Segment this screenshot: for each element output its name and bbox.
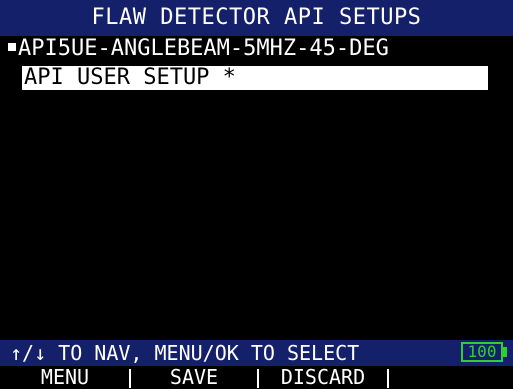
list-item-selected[interactable]: API USER SETUP *: [22, 66, 488, 90]
title-bar: FLAW DETECTOR API SETUPS: [0, 0, 513, 36]
list-item-label: API USER SETUP *: [24, 65, 236, 90]
list-item-label: API5UE-ANGLEBEAM-5MHZ-45-DEG: [18, 36, 389, 61]
device-screen: FLAW DETECTOR API SETUPS API5UE-ANGLEBEA…: [0, 0, 513, 388]
list-item[interactable]: API5UE-ANGLEBEAM-5MHZ-45-DEG: [0, 36, 389, 62]
battery-icon: [503, 347, 507, 357]
discard-softkey[interactable]: DISCARD: [258, 366, 388, 388]
softkey-bar: MENU SAVE DISCARD: [0, 366, 513, 388]
page-title: FLAW DETECTOR API SETUPS: [91, 5, 422, 30]
status-bar: ↑/↓ TO NAV, MENU/OK TO SELECT 100: [0, 340, 513, 366]
marker-square-icon: [8, 43, 16, 51]
menu-softkey[interactable]: MENU: [0, 366, 130, 388]
save-softkey[interactable]: SAVE: [130, 366, 258, 388]
battery-indicator: 100: [461, 342, 503, 362]
navigation-hint: ↑/↓ TO NAV, MENU/OK TO SELECT: [10, 341, 360, 365]
divider: [387, 369, 389, 388]
